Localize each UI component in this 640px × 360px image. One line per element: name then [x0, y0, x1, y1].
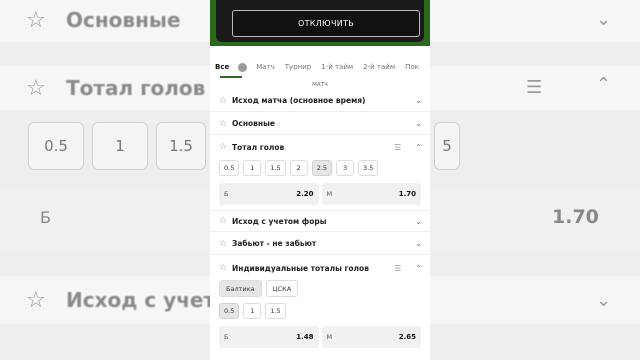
mobile-screen: ОТКЛЮЧИТЬ Все Матч Турнир 1-й тайм 2-й т… — [210, 0, 430, 360]
market-row[interactable]: ☆ Индивидуальные тоталы голов ☰ ⌃ — [210, 257, 430, 279]
bg-chip: 5 — [434, 122, 460, 170]
market-title: Забьют - не забьют — [232, 239, 317, 248]
ind-chip[interactable]: 0.5 — [219, 303, 240, 319]
banner-inner: ОТКЛЮЧИТЬ — [216, 0, 424, 42]
chevron-up-icon: ⌃ — [596, 74, 612, 95]
star-icon: ☆ — [26, 8, 46, 33]
market-row[interactable]: ☆ Забьют - не забьют ⌄ — [210, 233, 430, 255]
total-chip[interactable]: 2 — [289, 160, 308, 176]
star-icon[interactable]: ☆ — [214, 263, 232, 273]
chevron-down-icon[interactable]: ⌄ — [415, 239, 422, 248]
market-title: Индивидуальные тоталы голов — [232, 263, 369, 273]
bg-row-label: Основные — [66, 8, 181, 32]
market-row[interactable]: ☆ Исход с учетом форы ⌄ — [210, 210, 430, 232]
active-tab-underline — [220, 76, 242, 78]
star-icon[interactable]: ☆ — [214, 119, 232, 129]
tab-all[interactable]: Все — [210, 63, 234, 71]
tab-bar: Все Матч Турнир 1-й тайм 2-й тайм Пок — [210, 56, 430, 78]
odd-value: 2.20 — [296, 190, 314, 198]
total-odds: Б 2.20 М 1.70 — [219, 183, 421, 205]
bg-row-label: Тотал голов — [66, 76, 206, 100]
top-banner: ОТКЛЮЧИТЬ — [210, 0, 430, 46]
market-title: Исход с учетом форы — [232, 216, 327, 226]
team-selector: Балтика ЦСКА — [219, 280, 299, 297]
tab-second-half[interactable]: 2-й тайм — [358, 63, 400, 71]
star-icon: ☆ — [26, 76, 46, 101]
chevron-down-icon[interactable]: ⌄ — [415, 96, 422, 105]
odd-value: 1.70 — [398, 190, 416, 198]
odd-label: Б — [224, 190, 229, 198]
bg-chip: 0.5 — [28, 122, 84, 170]
disable-button[interactable]: ОТКЛЮЧИТЬ — [232, 10, 420, 37]
section-label: МАТЧ — [312, 82, 328, 88]
star-icon: ☆ — [26, 288, 46, 313]
chevron-down-icon: ⌄ — [596, 290, 612, 311]
bg-chip: 1 — [92, 122, 148, 170]
odd-label: Б — [224, 333, 229, 341]
total-chip[interactable]: 2.5 — [311, 160, 333, 176]
tab-first-half[interactable]: 1-й тайм — [316, 63, 358, 71]
star-icon[interactable]: ☆ — [214, 96, 232, 106]
odd-under-button[interactable]: Б 1.48 — [219, 326, 319, 348]
odd-over-button[interactable]: М 1.70 — [321, 183, 421, 205]
odd-label: М — [326, 190, 333, 198]
chevron-up-icon[interactable]: ⌃ — [415, 264, 422, 273]
bg-under-label: Б — [40, 208, 51, 227]
chevron-up-icon[interactable]: ⌃ — [415, 143, 422, 152]
total-chip[interactable]: 3.5 — [358, 160, 379, 176]
star-icon[interactable]: ☆ — [214, 216, 232, 226]
market-row[interactable]: ☆ Исход матча (основное время) ⌄ — [210, 90, 430, 112]
chevron-down-icon[interactable]: ⌄ — [415, 119, 422, 128]
tab-match[interactable]: Матч — [251, 63, 280, 71]
list-icon: ☰ — [526, 77, 543, 98]
chevron-down-icon: ⌄ — [596, 9, 612, 30]
total-chip[interactable]: 3 — [336, 160, 355, 176]
star-icon[interactable]: ☆ — [214, 239, 232, 249]
bg-chip: 1.5 — [156, 122, 206, 170]
total-chip[interactable]: 1 — [243, 160, 262, 176]
list-icon[interactable]: ☰ — [394, 143, 401, 152]
star-icon[interactable]: ☆ — [214, 142, 232, 152]
odd-label: М — [326, 333, 333, 341]
info-icon[interactable] — [238, 62, 248, 72]
individual-chips: 0.5 1 1.5 — [219, 303, 286, 319]
odd-value: 2.65 — [398, 333, 416, 341]
ind-chip[interactable]: 1.5 — [265, 303, 286, 319]
bg-value: 1.70 — [552, 206, 599, 228]
odd-under-button[interactable]: Б 2.20 — [219, 183, 319, 205]
list-icon[interactable]: ☰ — [394, 264, 401, 273]
total-chips: 0.5 1 1.5 2 2.5 3 3.5 — [219, 160, 379, 176]
total-chip[interactable]: 0.5 — [219, 160, 240, 176]
market-row[interactable]: ☆ Основные ⌄ — [210, 113, 430, 135]
market-title: Исход матча (основное время) — [232, 96, 366, 105]
odd-over-button[interactable]: М 2.65 — [321, 326, 421, 348]
team-chip[interactable]: ЦСКА — [265, 280, 299, 297]
ind-chip[interactable]: 1 — [243, 303, 262, 319]
chevron-down-icon[interactable]: ⌄ — [415, 217, 422, 226]
team-chip[interactable]: Балтика — [219, 280, 262, 297]
market-title: Основные — [232, 119, 275, 128]
odd-value: 1.48 — [296, 333, 314, 341]
market-row[interactable]: ☆ Тотал голов ☰ ⌃ — [210, 136, 430, 158]
tab-more[interactable]: Пок — [400, 63, 424, 71]
tab-tournament[interactable]: Турнир — [280, 63, 316, 71]
market-title: Тотал голов — [232, 142, 285, 152]
individual-odds: Б 1.48 М 2.65 — [219, 326, 421, 348]
total-chip[interactable]: 1.5 — [265, 160, 286, 176]
